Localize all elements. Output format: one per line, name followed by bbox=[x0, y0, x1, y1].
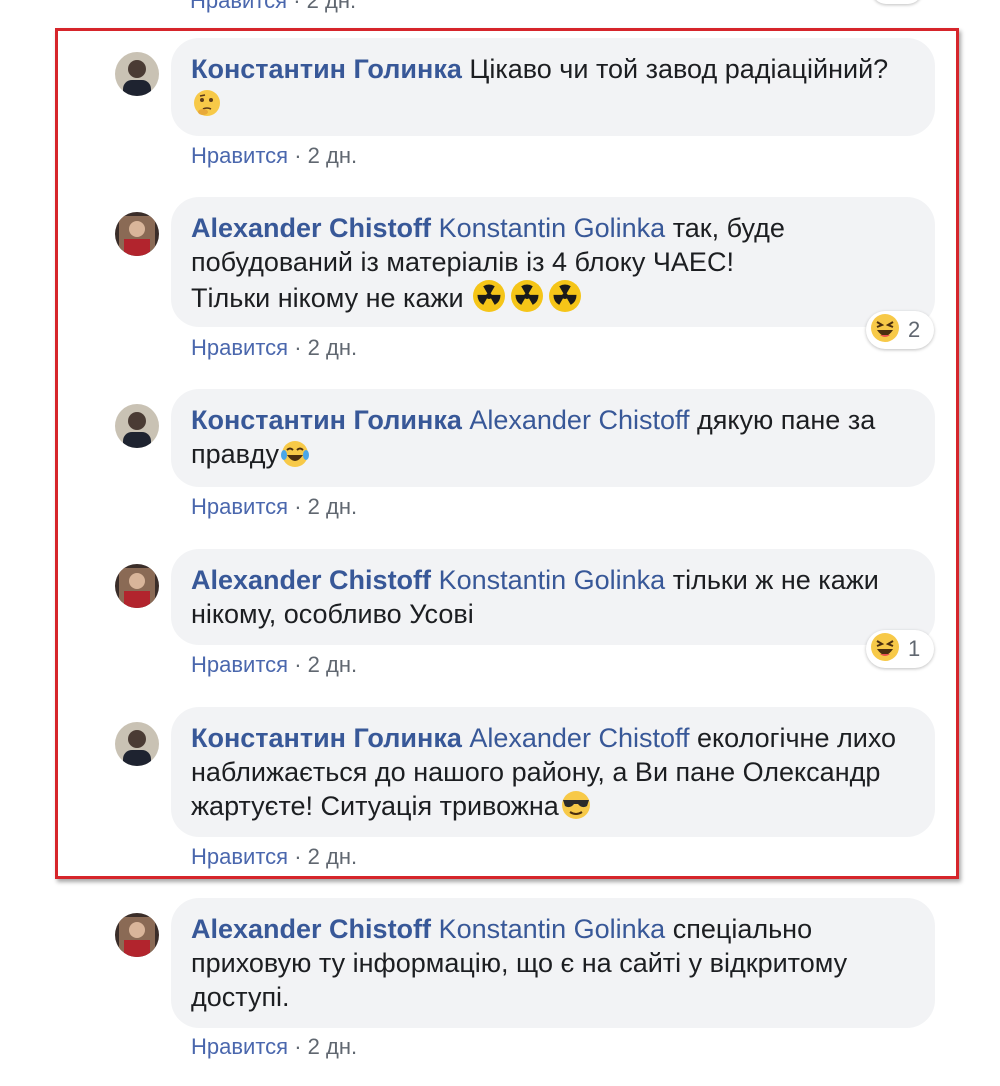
comment-author[interactable]: Константин Голинка bbox=[191, 723, 462, 753]
comment-text: Цікаво чи той завод радіаційний? bbox=[469, 54, 889, 84]
comment-author[interactable]: Alexander Chistoff bbox=[191, 213, 431, 243]
comment-text: спеціально bbox=[672, 914, 813, 944]
haha-reaction-icon bbox=[870, 632, 900, 667]
like-link[interactable]: Нравится bbox=[191, 494, 288, 519]
mention-link[interactable]: Konstantin Golinka bbox=[439, 914, 666, 944]
comment-actions: Нравится · 2 дн. bbox=[191, 143, 357, 169]
comment-bubble: Alexander Chistoff Konstantin Golinka ті… bbox=[171, 549, 935, 645]
comment-author[interactable]: Alexander Chistoff bbox=[191, 565, 431, 595]
timestamp[interactable]: 2 дн. bbox=[308, 1034, 357, 1059]
comment-text: приховую ту інформацію, що є на сайті у … bbox=[191, 948, 848, 978]
reaction-count-value: 1 bbox=[908, 636, 921, 661]
separator: · bbox=[294, 143, 302, 168]
comment-text: дякую пане за bbox=[697, 405, 876, 435]
separator: · bbox=[294, 1034, 302, 1059]
avatar[interactable] bbox=[115, 212, 159, 256]
comment-author[interactable]: Константин Голинка bbox=[191, 405, 462, 435]
like-link[interactable]: Нравится bbox=[191, 143, 288, 168]
comment-text: Тільки нікому не кажи bbox=[191, 283, 464, 313]
comment-bubble: Константин Голинка Alexander Chistoff дя… bbox=[171, 389, 935, 487]
comment-actions: Нравится · 2 дн. bbox=[191, 335, 357, 361]
avatar[interactable] bbox=[115, 722, 159, 766]
comment-text: побудований із матеріалів із 4 блоку ЧАЕ… bbox=[191, 247, 734, 277]
mention-link[interactable]: Alexander Chistoff bbox=[469, 723, 689, 753]
tears-of-joy-icon bbox=[280, 439, 310, 477]
comment-text: жартуєте! Ситуація тривожна bbox=[191, 791, 559, 821]
comment-bubble: Alexander Chistoff Konstantin Golinka сп… bbox=[171, 898, 935, 1028]
separator: · bbox=[294, 652, 302, 677]
like-link[interactable]: Нравится bbox=[191, 1034, 288, 1059]
avatar[interactable] bbox=[115, 404, 159, 448]
separator: · bbox=[294, 844, 302, 869]
avatar[interactable] bbox=[115, 564, 159, 608]
timestamp[interactable]: 2 дн. bbox=[308, 143, 357, 168]
timestamp[interactable]: 2 дн. bbox=[308, 652, 357, 677]
comment-actions: Нравится · 2 дн. bbox=[191, 652, 357, 678]
comment-text: нікому, особливо Усові bbox=[191, 599, 474, 629]
comment-actions: Нравится · 2 дн. bbox=[191, 844, 357, 870]
like-link[interactable]: Нравится bbox=[191, 844, 288, 869]
thinking-face-icon bbox=[192, 88, 222, 126]
reaction-count[interactable]: 2 bbox=[866, 311, 934, 349]
comment-actions: Нравится · 2 дн. bbox=[191, 1034, 357, 1060]
like-link[interactable]: Нравится bbox=[191, 335, 288, 360]
separator: · bbox=[294, 335, 302, 360]
avatar[interactable] bbox=[115, 52, 159, 96]
comment-actions: Нравится · 2 дн. bbox=[191, 494, 357, 520]
comment-text: правду bbox=[191, 439, 279, 469]
comment-text: екологічне лихо bbox=[697, 723, 897, 753]
sunglasses-face-icon bbox=[560, 789, 592, 829]
comment-author[interactable]: Константин Голинка bbox=[191, 54, 462, 84]
comment-bubble: Константин Голинка Цікаво чи той завод р… bbox=[171, 38, 935, 136]
mention-link[interactable]: Konstantin Golinka bbox=[439, 565, 666, 595]
comment-text: наближається до нашого району, а Ви пане… bbox=[191, 757, 881, 787]
comment-bubble: Alexander Chistoff Konstantin Golinka та… bbox=[171, 197, 935, 327]
haha-reaction-icon bbox=[870, 313, 900, 348]
previous-reaction-pill[interactable] bbox=[872, 0, 922, 4]
mention-link[interactable]: Alexander Chistoff bbox=[469, 405, 689, 435]
reaction-count-value: 2 bbox=[908, 317, 921, 342]
radioactive-icon bbox=[472, 279, 584, 321]
comment-text: тільки ж не кажи bbox=[672, 565, 879, 595]
comment-text: доступі. bbox=[191, 982, 290, 1012]
reaction-count[interactable]: 1 bbox=[866, 630, 934, 668]
separator: · bbox=[293, 0, 301, 13]
mention-link[interactable]: Konstantin Golinka bbox=[439, 213, 666, 243]
previous-comment-actions: Нравится · 2 дн. bbox=[190, 0, 356, 14]
avatar[interactable] bbox=[115, 913, 159, 957]
separator: · bbox=[294, 494, 302, 519]
like-link[interactable]: Нравится bbox=[190, 0, 287, 13]
timestamp[interactable]: 2 дн. bbox=[308, 494, 357, 519]
comment-author[interactable]: Alexander Chistoff bbox=[191, 914, 431, 944]
comment-bubble: Константин Голинка Alexander Chistoff ек… bbox=[171, 707, 935, 837]
timestamp[interactable]: 2 дн. bbox=[307, 0, 356, 13]
comment-text: так, буде bbox=[672, 213, 785, 243]
like-link[interactable]: Нравится bbox=[191, 652, 288, 677]
timestamp[interactable]: 2 дн. bbox=[308, 335, 357, 360]
timestamp[interactable]: 2 дн. bbox=[308, 844, 357, 869]
